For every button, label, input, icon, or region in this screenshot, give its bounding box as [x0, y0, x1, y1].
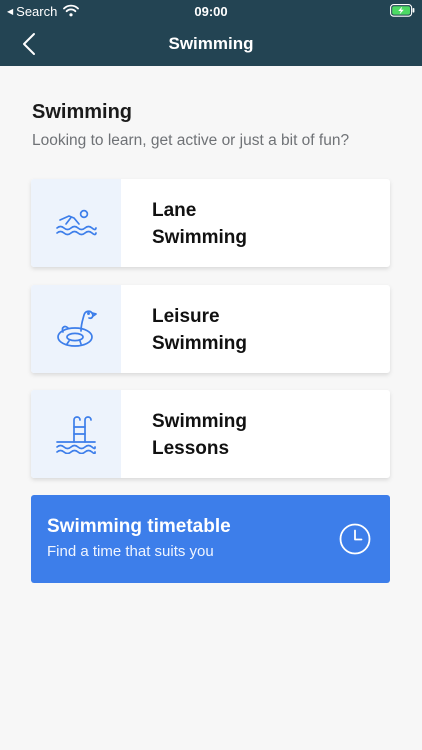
- pool-ladder-icon: [56, 416, 96, 454]
- top-bar: ◀ Search 09:00 Swimming: [0, 0, 422, 66]
- card-label-line-2: Lessons: [152, 438, 230, 459]
- inflatable-flamingo-icon: [57, 310, 97, 347]
- leisure-swimming-card[interactable]: Leisure Swimming: [31, 285, 390, 373]
- nav-title: Swimming: [168, 34, 254, 53]
- status-bar: ◀ Search 09:00: [0, 0, 422, 22]
- card-label: Lane Swimming: [152, 197, 352, 251]
- card-label-line-1: Swimming: [152, 411, 248, 432]
- card-icon-box: [31, 179, 121, 267]
- card-label: Swimming Lessons: [152, 408, 352, 462]
- card-label-line-1: Leisure: [152, 306, 220, 327]
- card-icon-box: [31, 285, 121, 373]
- page-title: Swimming: [32, 101, 133, 123]
- page-subtitle: Looking to learn, get active or just a b…: [32, 132, 350, 149]
- timetable-subtitle: Find a time that suits you: [47, 543, 214, 560]
- clock-icon: [339, 523, 371, 555]
- card-label-line-2: Swimming: [152, 227, 248, 248]
- nav-bar: Swimming: [0, 22, 422, 66]
- card-icon-box: [31, 390, 121, 478]
- card-label-line-1: Lane: [152, 200, 197, 221]
- card-label-line-2: Swimming: [152, 333, 248, 354]
- swimmer-icon: [56, 209, 97, 236]
- status-time: 09:00: [194, 4, 228, 19]
- lane-swimming-card[interactable]: Lane Swimming: [31, 179, 390, 267]
- swimming-lessons-card[interactable]: Swimming Lessons: [31, 390, 390, 478]
- timetable-title: Swimming timetable: [47, 516, 231, 537]
- card-label: Leisure Swimming: [152, 303, 352, 357]
- swimming-timetable-button[interactable]: Swimming timetable Find a time that suit…: [31, 495, 390, 583]
- battery-charging-icon: [390, 4, 415, 17]
